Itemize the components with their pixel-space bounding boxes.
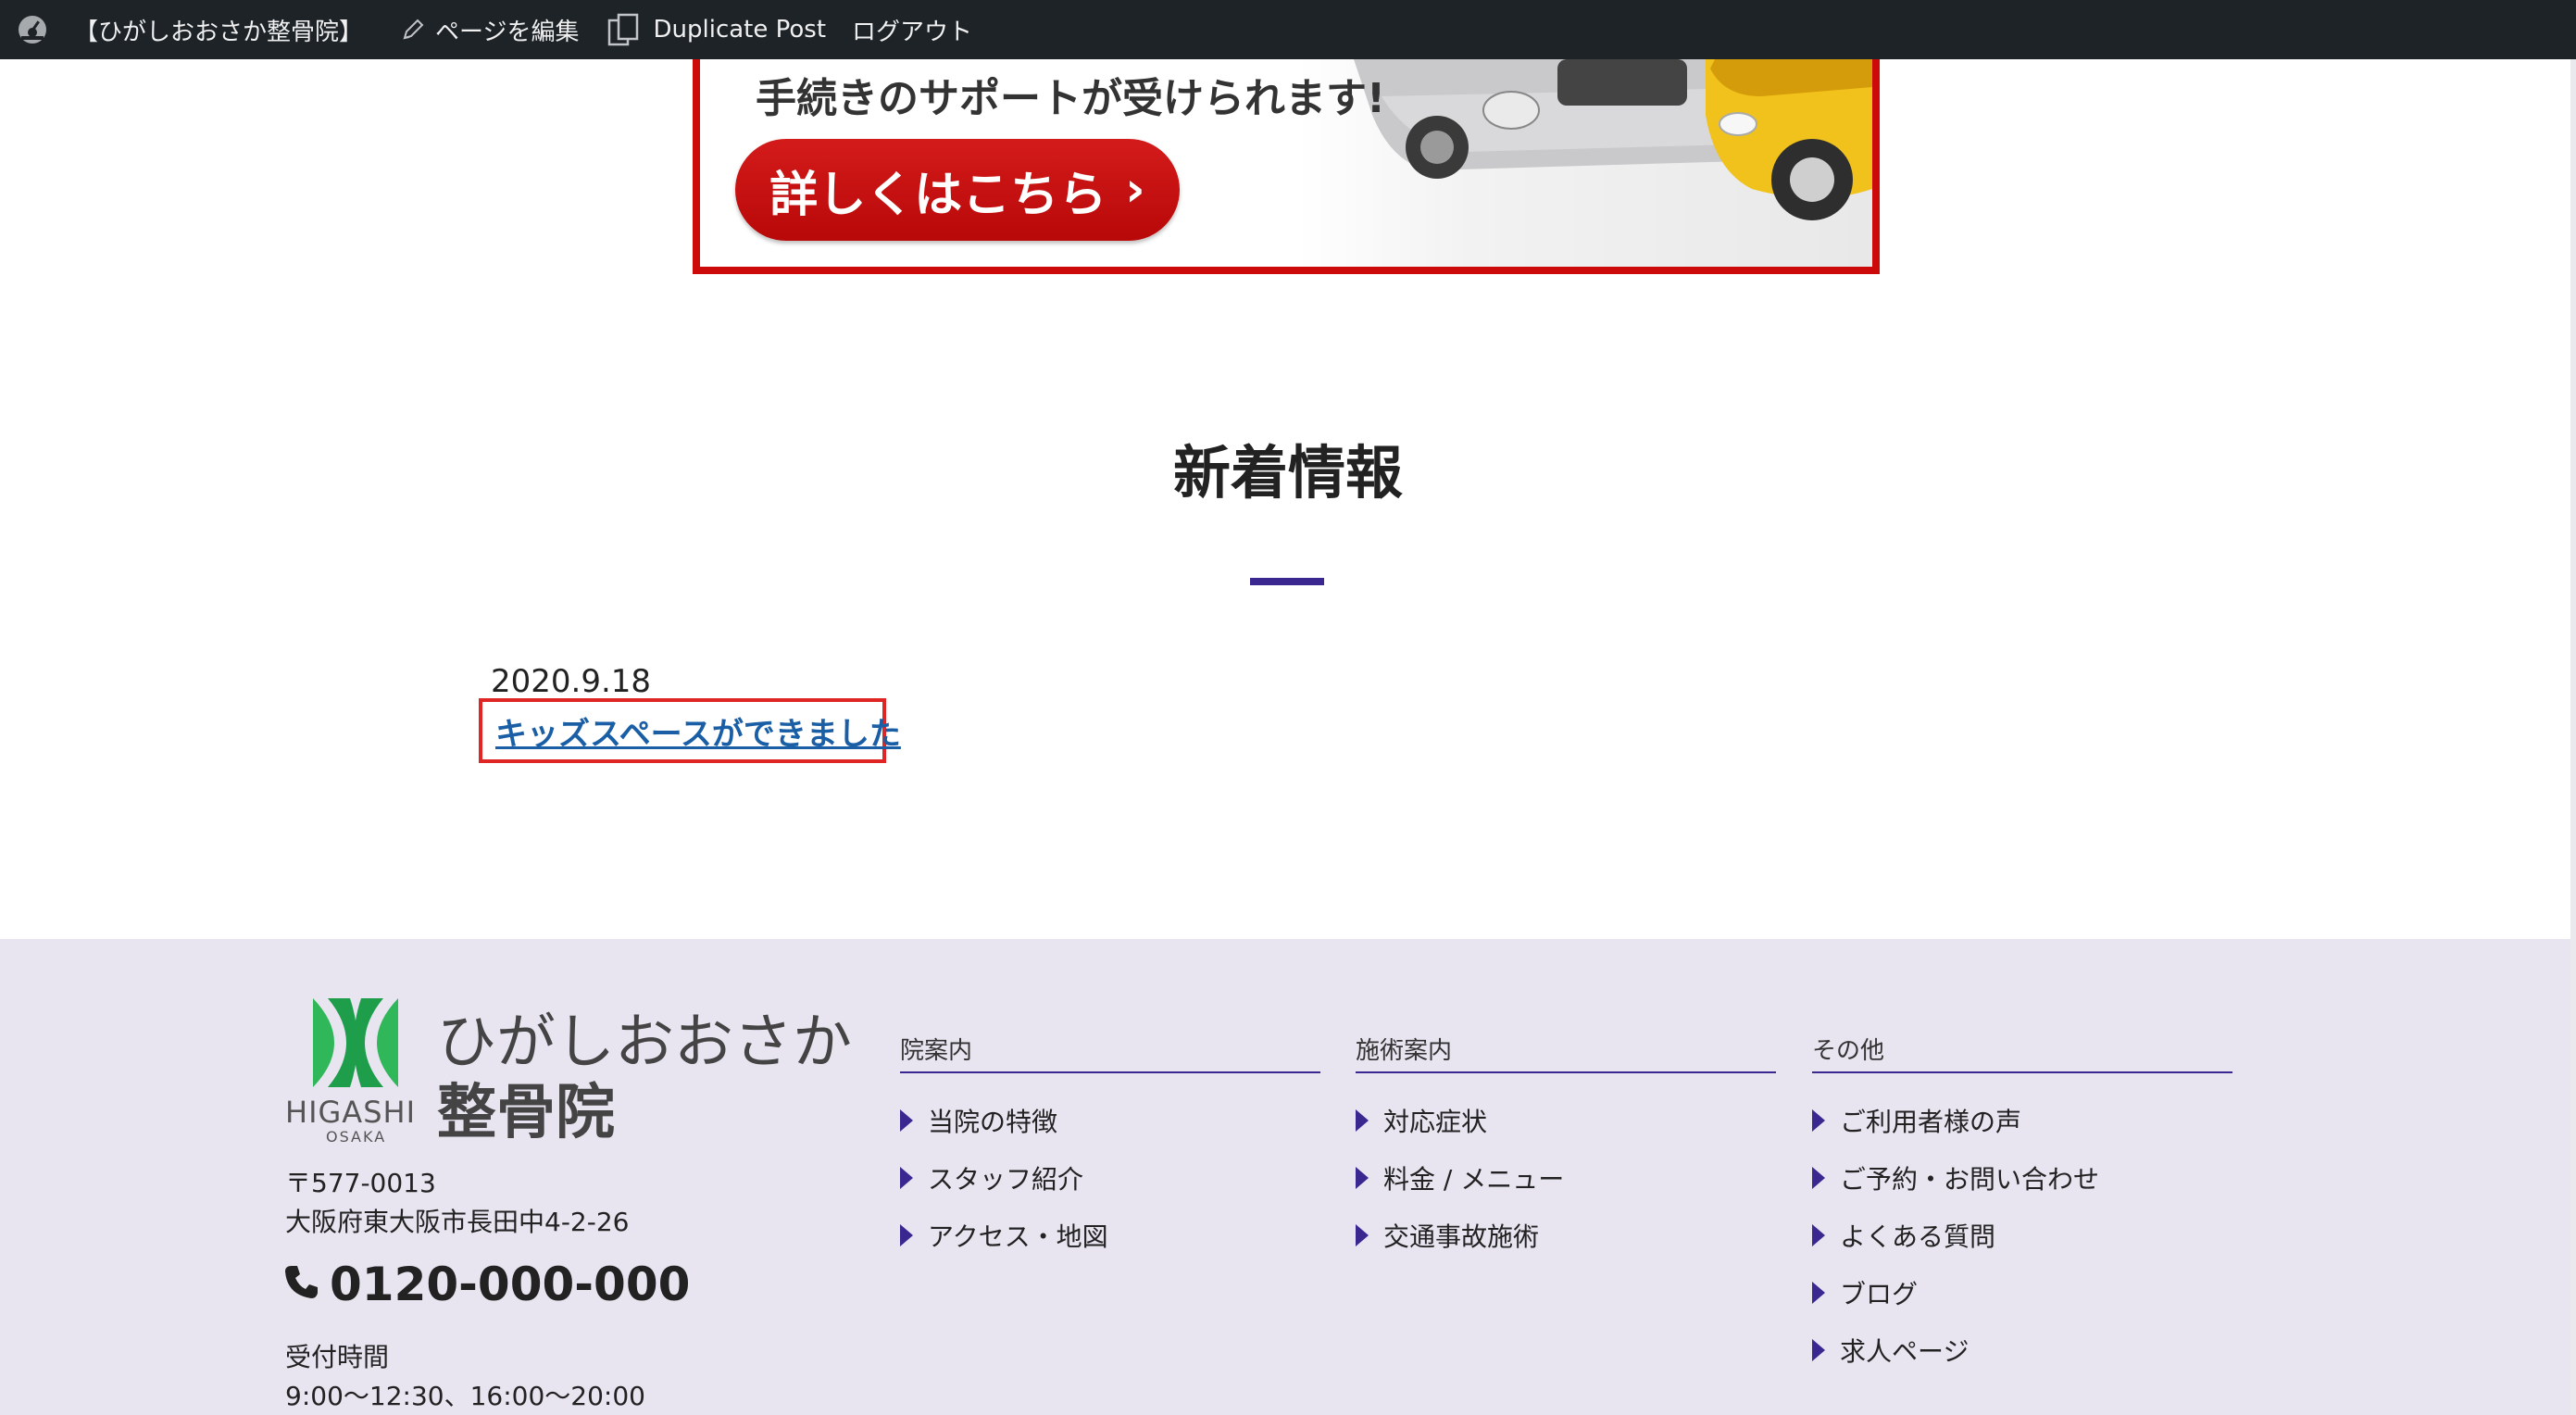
footer-link-traffic-accident[interactable]: 交通事故施術 xyxy=(1356,1207,1776,1264)
footer-link-symptoms[interactable]: 対応症状 xyxy=(1356,1092,1776,1149)
footer-link-label: ご予約・お問い合わせ xyxy=(1840,1164,2100,1195)
footer-column-title: 施術案内 xyxy=(1356,1032,1776,1073)
footer-link-pricing[interactable]: 料金 / メニュー xyxy=(1356,1149,1776,1207)
phone-icon xyxy=(283,1258,320,1311)
footer-link-testimonials[interactable]: ご利用者様の声 xyxy=(1812,1092,2232,1149)
logout-link[interactable]: ログアウト xyxy=(839,0,985,59)
chevron-right-icon: › xyxy=(1125,162,1145,218)
duplicate-icon xyxy=(606,11,643,48)
triangle-right-icon xyxy=(1812,1167,1825,1189)
hours-label: 受付時間 xyxy=(285,1342,390,1372)
details-button[interactable]: 詳しくはこちら › xyxy=(735,139,1180,241)
footer-column-clinic: 院案内 当院の特徴 スタッフ紹介 アクセス・地図 xyxy=(900,1032,1320,1264)
footer-link-label: よくある質問 xyxy=(1840,1221,1996,1252)
footer-link-label: 求人ページ xyxy=(1840,1336,1970,1367)
details-button-label: 詳しくはこちら xyxy=(769,167,1107,223)
footer-logo[interactable]: HIGASHI OSAKA ひがしおおさか 整骨院 xyxy=(285,987,859,1150)
footer-link-access[interactable]: アクセス・地図 xyxy=(900,1207,1320,1264)
pencil-icon xyxy=(400,17,426,43)
street-address: 大阪府東大阪市長田中4-2-26 xyxy=(285,1207,630,1237)
footer-link-contact[interactable]: ご予約・お問い合わせ xyxy=(1812,1149,2232,1207)
footer-link-label: ご利用者様の声 xyxy=(1840,1107,2022,1137)
footer-link-label: スタッフ紹介 xyxy=(928,1164,1084,1195)
footer-link-features[interactable]: 当院の特徴 xyxy=(900,1092,1320,1149)
news-item-highlight: キッズスペースができました xyxy=(479,698,901,763)
triangle-right-icon xyxy=(1812,1224,1825,1246)
title-underline xyxy=(1250,578,1324,585)
triangle-right-icon xyxy=(1356,1109,1369,1132)
postal-code: 〒577-0013 xyxy=(285,1168,436,1198)
footer-link-staff[interactable]: スタッフ紹介 xyxy=(900,1149,1320,1207)
logo-mark-icon xyxy=(309,998,402,1091)
dashboard-menu[interactable] xyxy=(0,0,61,59)
triangle-right-icon xyxy=(1812,1282,1825,1304)
hours-value: 9:00〜12:30、16:00〜20:00 xyxy=(285,1381,645,1411)
footer-column-other: その他 ご利用者様の声 ご予約・お問い合わせ よくある質問 ブログ 求人ページ xyxy=(1812,1032,2232,1379)
footer-link-label: 料金 / メニュー xyxy=(1383,1164,1565,1195)
footer-link-label: 当院の特徴 xyxy=(928,1107,1058,1137)
site-name-link[interactable]: 【ひがしおおさか整骨院】 xyxy=(61,0,376,59)
edit-page-label: ページを編集 xyxy=(435,18,580,46)
triangle-right-icon xyxy=(1812,1109,1825,1132)
triangle-right-icon xyxy=(900,1224,913,1246)
logo-mark-text: HIGASHI xyxy=(285,1095,416,1130)
news-section-title: 新着情報 xyxy=(1172,439,1403,507)
footer-link-label: 対応症状 xyxy=(1383,1107,1488,1137)
triangle-right-icon xyxy=(900,1109,913,1132)
triangle-right-icon xyxy=(1356,1224,1369,1246)
footer-link-blog[interactable]: ブログ xyxy=(1812,1264,2232,1321)
admin-bar: 【ひがしおおさか整骨院】 ページを編集 Duplicate Post ログアウト xyxy=(0,0,2576,59)
edit-page-link[interactable]: ページを編集 xyxy=(376,0,592,59)
traffic-accident-banner[interactable]: 手続きのサポートが受けられます! 詳しくはこちら › xyxy=(693,59,1880,274)
footer-link-recruit[interactable]: 求人ページ xyxy=(1812,1321,2232,1379)
triangle-right-icon xyxy=(1812,1339,1825,1361)
footer-link-label: ブログ xyxy=(1840,1279,1919,1309)
logo-name-line2: 整骨院 xyxy=(437,1079,615,1147)
dashboard-icon xyxy=(17,14,48,45)
phone-number-link[interactable]: 0120-000-000 xyxy=(283,1258,690,1311)
footer-column-treatment: 施術案内 対応症状 料金 / メニュー 交通事故施術 xyxy=(1356,1032,1776,1264)
footer-link-label: アクセス・地図 xyxy=(928,1221,1108,1252)
triangle-right-icon xyxy=(900,1167,913,1189)
phone-number: 0120-000-000 xyxy=(330,1258,691,1311)
triangle-right-icon xyxy=(1356,1167,1369,1189)
banner-text: 手続きのサポートが受けられます! xyxy=(756,75,1386,122)
news-item-link[interactable]: キッズスペースができました xyxy=(495,708,901,754)
news-date: 2020.9.18 xyxy=(491,663,652,700)
footer-link-faq[interactable]: よくある質問 xyxy=(1812,1207,2232,1264)
footer-column-title: その他 xyxy=(1812,1032,2232,1073)
footer-link-label: 交通事故施術 xyxy=(1383,1221,1540,1252)
duplicate-post-link[interactable]: Duplicate Post xyxy=(593,0,840,59)
footer-column-title: 院案内 xyxy=(900,1032,1320,1073)
duplicate-post-label: Duplicate Post xyxy=(653,16,827,44)
scrollbar-track[interactable] xyxy=(2570,59,2576,1415)
logo-mark-sub: OSAKA xyxy=(326,1128,387,1146)
